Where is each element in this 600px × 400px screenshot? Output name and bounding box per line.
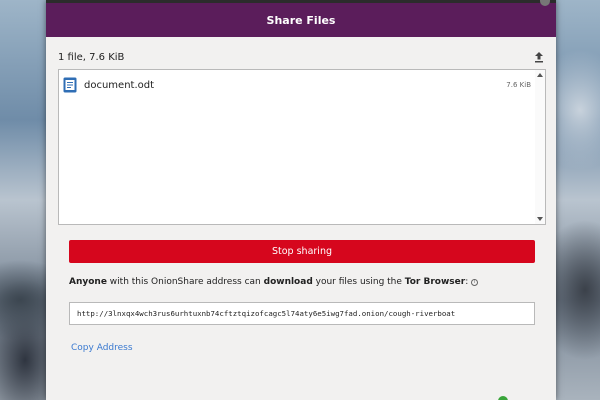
window-header: Share Files	[46, 0, 556, 37]
share-msg-tor-browser: Tor Browser	[404, 277, 466, 287]
share-msg-download: download	[263, 277, 313, 287]
status-indicator-icon	[498, 396, 508, 400]
onionshare-window: Share Files 1 file, 7.6 KiB document.odt…	[46, 0, 556, 400]
copy-address-link[interactable]: Copy Address	[71, 343, 133, 353]
share-msg-text-2: your files using the	[312, 277, 405, 287]
info-icon[interactable]: i	[471, 279, 479, 286]
file-name: document.odt	[84, 79, 155, 91]
share-msg-anyone: Anyone	[69, 277, 107, 287]
file-size: 7.6 KiB	[506, 81, 531, 89]
file-list-item[interactable]: document.odt 7.6 KiB	[63, 76, 531, 94]
document-icon	[63, 77, 77, 93]
share-msg-colon: :	[465, 277, 469, 287]
file-summary: 1 file, 7.6 KiB	[58, 51, 125, 63]
share-msg-text-1: with this OnionShare address can	[106, 277, 264, 287]
upload-icon[interactable]	[532, 50, 546, 64]
share-instructions: Anyone with this OnionShare address can …	[69, 277, 539, 287]
window-close-icon[interactable]	[540, 0, 550, 6]
onion-address-field[interactable]: http://3lnxqx4wch3rus6urhtuxnb74cftztqiz…	[69, 302, 535, 325]
scroll-down-icon[interactable]	[537, 217, 543, 221]
file-list[interactable]: document.odt 7.6 KiB	[58, 69, 546, 225]
file-summary-row: 1 file, 7.6 KiB	[58, 48, 546, 66]
scroll-up-icon[interactable]	[537, 73, 543, 77]
window-title: Share Files	[266, 13, 336, 27]
stop-sharing-button[interactable]: Stop sharing	[69, 240, 535, 263]
file-list-scrollbar[interactable]	[535, 70, 545, 224]
onion-address: http://3lnxqx4wch3rus6urhtuxnb74cftztqiz…	[77, 309, 456, 318]
